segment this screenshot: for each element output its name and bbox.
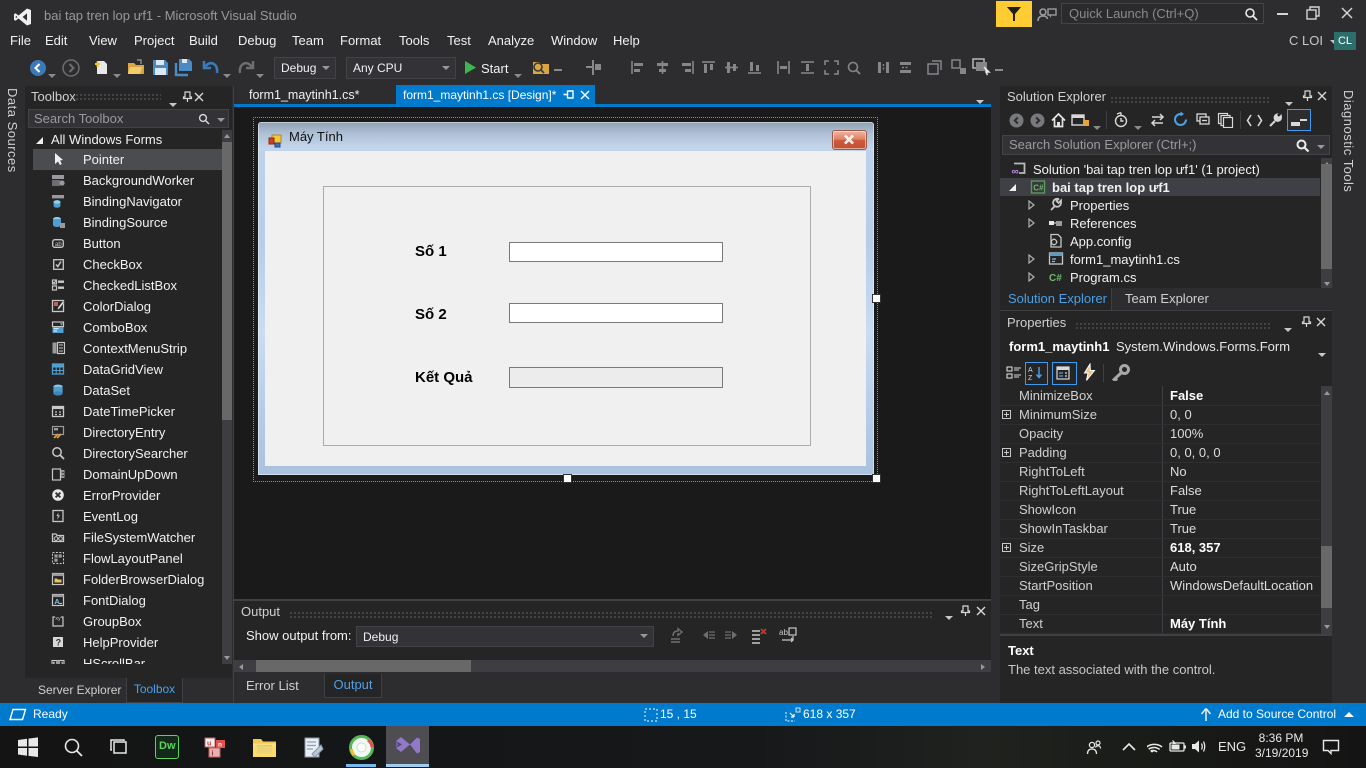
svg-text:∞: ∞ bbox=[1012, 167, 1019, 178]
svg-text:i: i bbox=[212, 751, 214, 758]
svg-text:xy: xy bbox=[55, 616, 61, 622]
svg-text:n: n bbox=[218, 742, 222, 749]
svg-text:?: ? bbox=[56, 638, 62, 648]
svg-text:C#: C# bbox=[1049, 273, 1062, 284]
svg-text:A: A bbox=[54, 597, 60, 606]
svg-text:C#: C# bbox=[1033, 184, 1044, 193]
svg-text:ab: ab bbox=[779, 628, 788, 637]
svg-text:u: u bbox=[207, 741, 211, 748]
svg-text:A: A bbox=[1028, 367, 1033, 374]
svg-text:Z: Z bbox=[1028, 375, 1033, 381]
svg-text:ab: ab bbox=[55, 242, 62, 248]
